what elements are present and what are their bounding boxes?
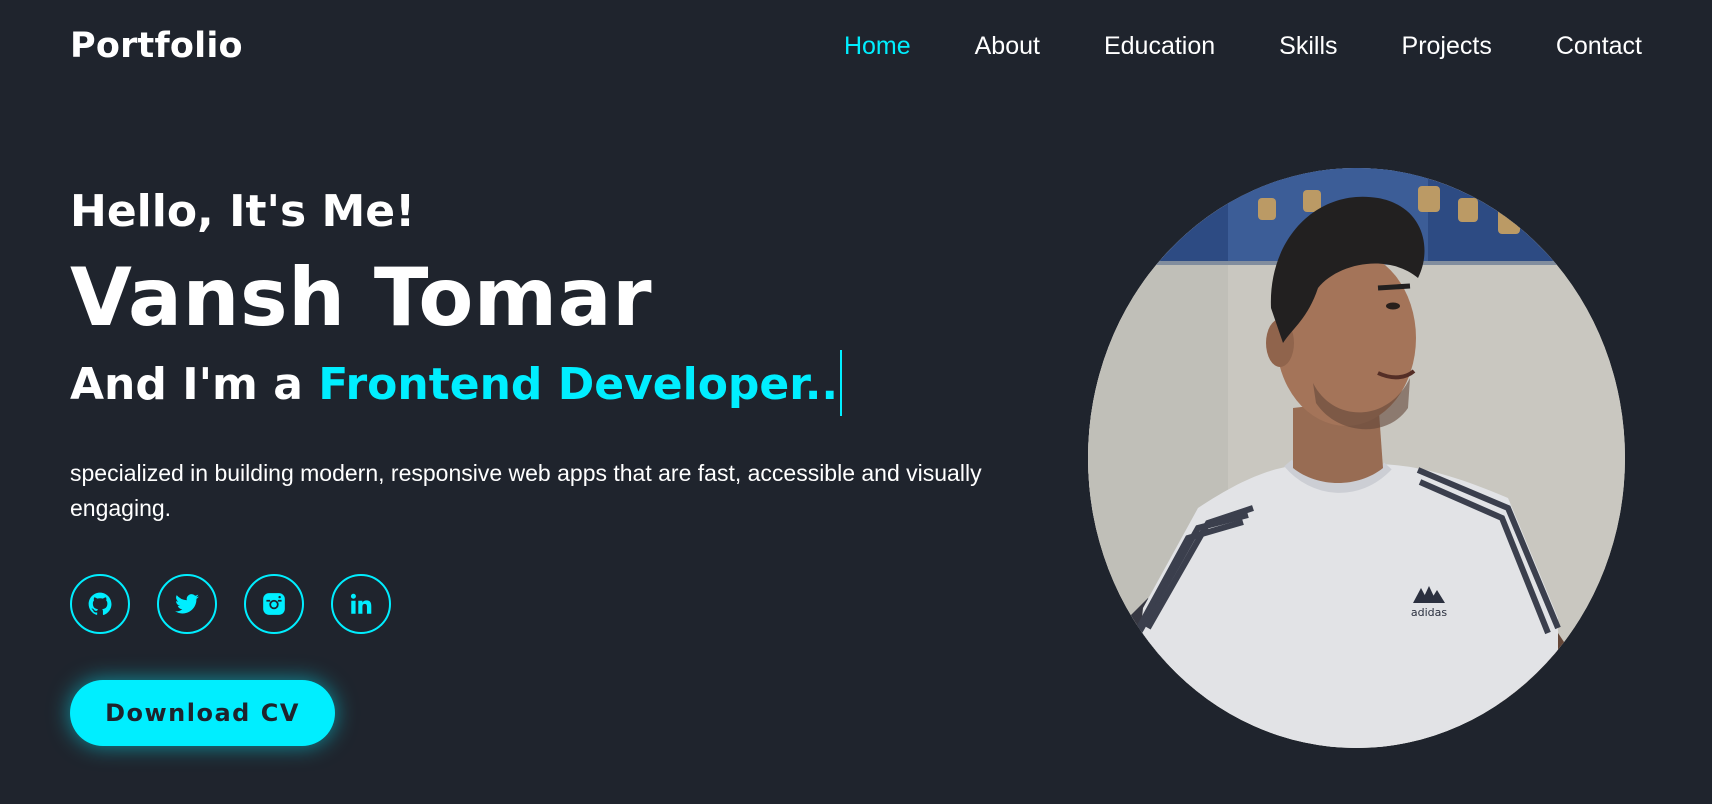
typing-cursor [840,350,843,416]
nav-skills[interactable]: Skills [1279,32,1337,61]
instagram-icon [263,593,285,615]
github-link[interactable] [70,574,130,634]
nav-education[interactable]: Education [1104,32,1215,61]
hero-content: Hello, It's Me! Vansh Tomar And I'm a Fr… [70,180,1060,746]
role-prefix: And I'm a [70,359,319,410]
logo[interactable]: Portfolio [70,26,243,66]
nav-about[interactable]: About [975,32,1040,61]
role-typed-text: Frontend Developer.. [318,359,839,410]
twitter-icon [175,594,199,614]
hero-role-line: And I'm a Frontend Developer.. [70,350,1060,420]
nav-home[interactable]: Home [844,32,911,61]
hero-greeting: Hello, It's Me! [70,186,416,237]
twitter-link[interactable] [157,574,217,634]
hero-description: specialized in building modern, responsi… [70,460,982,521]
nav-contact[interactable]: Contact [1556,32,1642,61]
download-cv-button[interactable]: Download CV [70,680,335,746]
linkedin-icon [350,593,372,614]
profile-photo-illustration: adidas [1088,168,1625,748]
portfolio-page: Portfolio Home About Education Skills Pr… [0,0,1712,804]
nav-projects[interactable]: Projects [1402,32,1492,61]
hero-name: Vansh Tomar [70,251,653,344]
instagram-link[interactable] [244,574,304,634]
site-header: Portfolio Home About Education Skills Pr… [0,0,1712,92]
github-icon [88,592,112,615]
social-links [70,574,1060,634]
linkedin-link[interactable] [331,574,391,634]
profile-photo: adidas [1088,168,1625,748]
main-nav: Home About Education Skills Projects Con… [780,32,1642,61]
